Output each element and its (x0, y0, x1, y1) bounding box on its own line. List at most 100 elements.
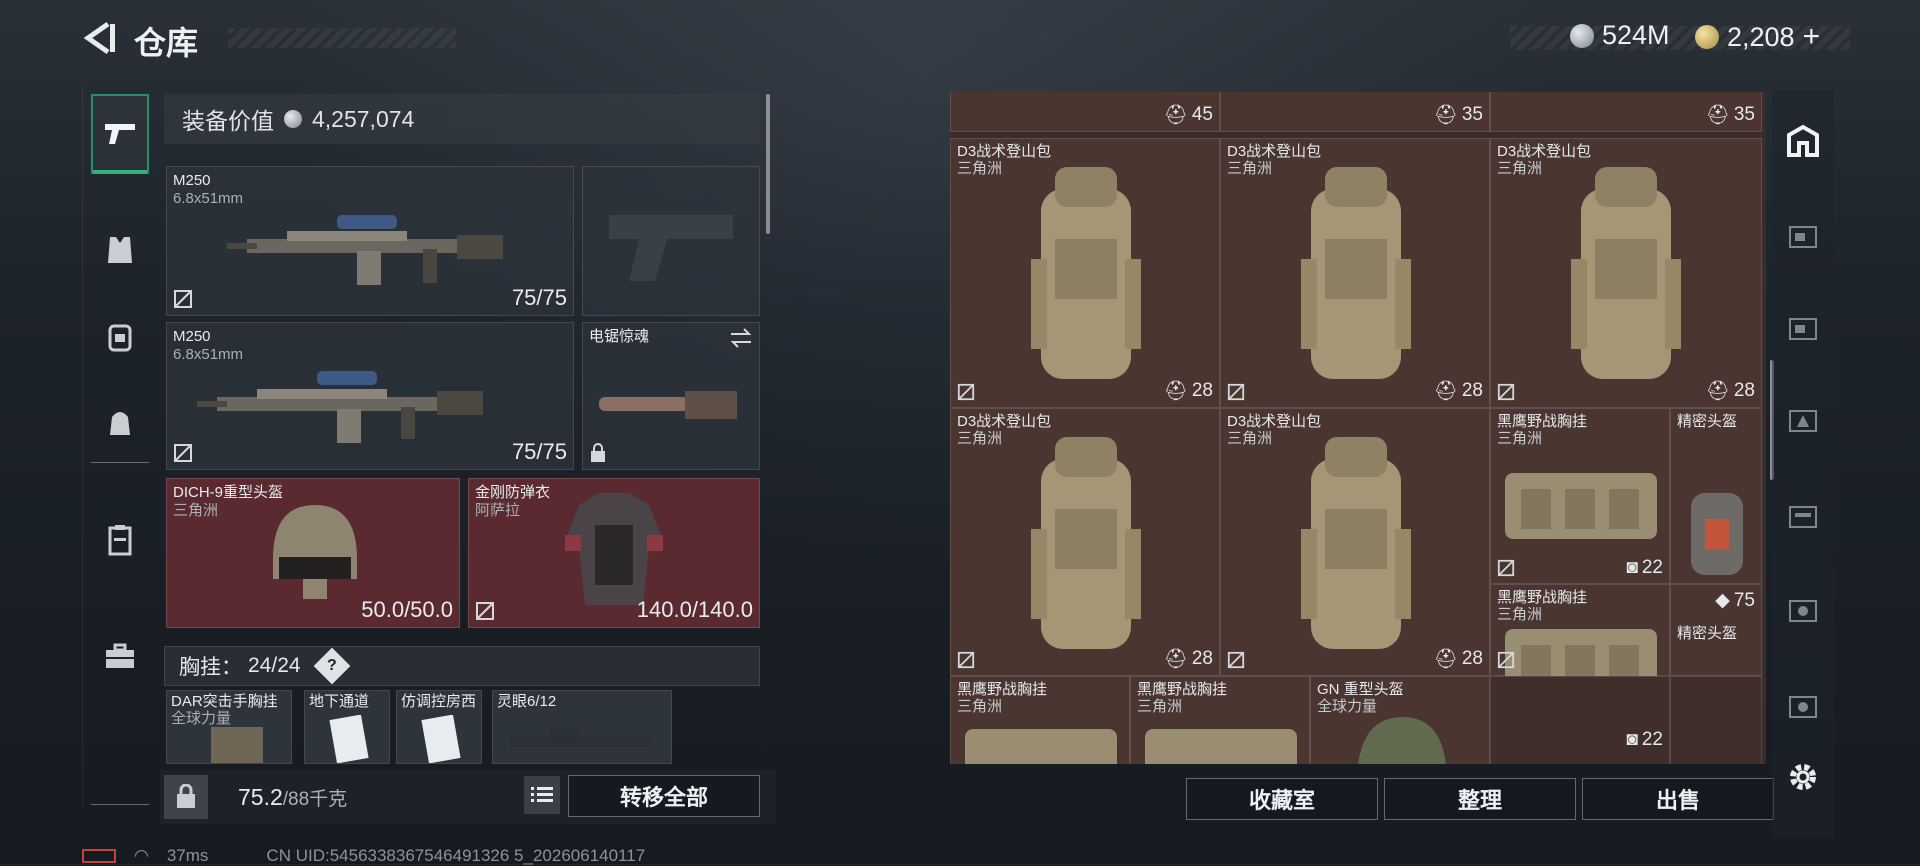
list-view-button[interactable] (524, 776, 560, 814)
storage-item-helmet[interactable]: GN 重型头盔 全球力量 (1310, 676, 1490, 764)
equipment-value-bar: 装备价值 4,257,074 (164, 94, 760, 144)
storage-item-empty[interactable]: ◙ 22 (1490, 676, 1670, 764)
key-card-item[interactable]: 仿调控房西 (396, 690, 482, 764)
storage-item-helmet[interactable]: ◆ 75 精密头盔 (1670, 584, 1762, 676)
tab-storage-4[interactable] (1780, 398, 1826, 444)
pistol-slot-empty[interactable] (582, 166, 760, 316)
backpack-image (1031, 167, 1141, 379)
sidebar-item-backpack[interactable] (91, 296, 149, 376)
storage-item-backpack[interactable]: D3战术登山包 三角洲 ⛑ 28 (950, 138, 1220, 408)
page-title: 仓库 (134, 25, 199, 61)
storage-item-partial[interactable]: ⛑ 35 (1490, 92, 1762, 132)
armor-slot[interactable]: 金刚防弹衣 阿萨拉 140.0/140.0 (468, 478, 760, 628)
no-insure-icon (1497, 559, 1515, 577)
item-origin: 三角洲 (1227, 430, 1273, 447)
count-value: 28 (1733, 380, 1755, 401)
case-icon (108, 525, 132, 556)
currency-gold-amount: 2,208 (1727, 21, 1795, 52)
count-value: 22 (1641, 729, 1663, 750)
organize-button[interactable]: 整理 (1384, 778, 1576, 820)
storage-item-helmet[interactable]: 精密头盔 (1670, 408, 1762, 584)
tab-storage-3[interactable] (1780, 306, 1826, 352)
primary-weapon-slot-2[interactable]: M250 6.8x51mm 75/75 (166, 322, 574, 470)
tab-storage-5[interactable] (1780, 494, 1826, 540)
chest-rig-image (1145, 729, 1297, 764)
armor-name: 金刚防弹衣 (475, 484, 551, 501)
sell-button[interactable]: 出售 (1582, 778, 1774, 820)
melee-slot[interactable]: 电锯惊魂 (582, 322, 760, 470)
help-icon: ? (326, 657, 337, 674)
count-value: 28 (1191, 380, 1213, 401)
safebox-button[interactable] (164, 775, 208, 819)
tab-storage-2[interactable] (1780, 214, 1826, 260)
helmet-image (1358, 717, 1446, 764)
transfer-all-button[interactable]: 转移全部 (568, 775, 760, 817)
machine-gun-image (197, 371, 483, 443)
helmet-origin: 三角洲 (173, 502, 219, 519)
tab-main-storage[interactable] (1780, 118, 1826, 164)
item-count: ⛑ 28 (1434, 379, 1483, 403)
item-origin: 三角洲 (1227, 160, 1273, 177)
sidebar-item-bag[interactable] (91, 382, 149, 462)
scope-item[interactable]: 灵眼6/12 (492, 690, 672, 764)
storage-item-chest-rig[interactable]: 黑鹰野战胸挂 三角洲 (1130, 676, 1310, 764)
left-scrollbar[interactable] (766, 94, 770, 234)
storage-item-backpack[interactable]: D3战术登山包 三角洲 ⛑ 28 (1220, 408, 1490, 676)
item-origin: 三角洲 (957, 430, 1003, 447)
currency-silver[interactable]: 524M (1570, 20, 1670, 51)
storage-item-partial[interactable]: ⛑ 35 (1220, 92, 1490, 132)
chest-rig-header: 胸挂： 24/24 ? (164, 646, 760, 686)
no-insure-icon (1227, 651, 1245, 669)
storage-item-partial[interactable]: ⛑ 45 (950, 92, 1220, 132)
item-name: DAR突击手胸挂 (171, 693, 278, 710)
storage-item-backpack[interactable]: D3战术登山包 三角洲 ⛑ 28 (1490, 138, 1762, 408)
currency-gold[interactable]: 2,208 + (1695, 20, 1820, 54)
back-button[interactable] (80, 18, 120, 58)
helmet-slot[interactable]: DICH-9重型头盔 三角洲 50.0/50.0 (166, 478, 460, 628)
no-insure-icon (174, 444, 192, 462)
storage-item-chest-rig[interactable]: 黑鹰野战胸挂 三角洲 (1490, 584, 1670, 695)
helmet-durability: 50.0/50.0 (361, 597, 453, 622)
armor-origin: 阿萨拉 (475, 502, 521, 519)
settings-button[interactable] (1780, 754, 1826, 800)
item-count: ⛑ 35 (1434, 103, 1483, 127)
sidebar-item-vest[interactable] (91, 210, 149, 290)
swap-icon (730, 328, 752, 348)
ping-text: 37ms (166, 846, 209, 865)
sidebar-item-toolbox[interactable] (91, 616, 149, 696)
key-card-item[interactable]: 地下通道 (304, 690, 390, 764)
primary-weapon-slot-1[interactable]: M250 6.8x51mm 75/75 (166, 166, 574, 316)
chest-rig-label: 胸挂： (179, 656, 242, 679)
weight-current: 75.2 (238, 783, 283, 810)
pistol-placeholder-icon (609, 215, 733, 281)
sidebar-item-case[interactable] (91, 500, 149, 580)
add-currency-button[interactable]: + (1803, 20, 1821, 54)
weapon-name: M250 (173, 172, 211, 189)
equipment-panel: 装备价值 4,257,074 M250 6.8x51mm 75/75 M250 … (160, 94, 776, 828)
item-name: 精密头盔 (1677, 625, 1738, 642)
storage-box-icon (1789, 410, 1817, 432)
backpack-image (1031, 437, 1141, 649)
storage-item-backpack[interactable]: D3战术登山包 三角洲 ⛑ 28 (1220, 138, 1490, 408)
storage-item-backpack[interactable]: D3战术登山包 三角洲 ⛑ 28 (950, 408, 1220, 676)
item-count: ◙ 22 (1626, 729, 1663, 751)
chest-rig-item[interactable]: DAR突击手胸挂 全球力量 (166, 690, 292, 764)
left-bottom-bar: 75.2/88千克 转移全部 (160, 770, 776, 824)
storage-item-chest-rig[interactable]: 黑鹰野战胸挂 三角洲 ◙ 22 (1490, 408, 1670, 584)
help-button[interactable]: ? (313, 647, 350, 685)
helmet-small-icon: ⛑ (1433, 105, 1458, 126)
storage-item-empty[interactable] (1670, 676, 1762, 764)
helmet-image (1691, 493, 1743, 575)
tab-storage-6[interactable] (1780, 588, 1826, 634)
shield-icon: ◆ (1715, 590, 1730, 611)
tab-storage-7[interactable] (1780, 684, 1826, 730)
count-value: 35 (1461, 104, 1483, 125)
sidebar-item-weapon[interactable] (91, 94, 149, 174)
list-icon (531, 787, 553, 802)
storage-box-icon (1789, 506, 1817, 528)
vest-icon (108, 237, 132, 263)
no-insure-icon (1227, 383, 1245, 401)
collection-room-button[interactable]: 收藏室 (1186, 778, 1378, 820)
storage-item-chest-rig[interactable]: 黑鹰野战胸挂 三角洲 (950, 676, 1130, 764)
status-bar: ◠ 37ms CN UID:5456338367546491326 5_2026… (82, 846, 645, 866)
